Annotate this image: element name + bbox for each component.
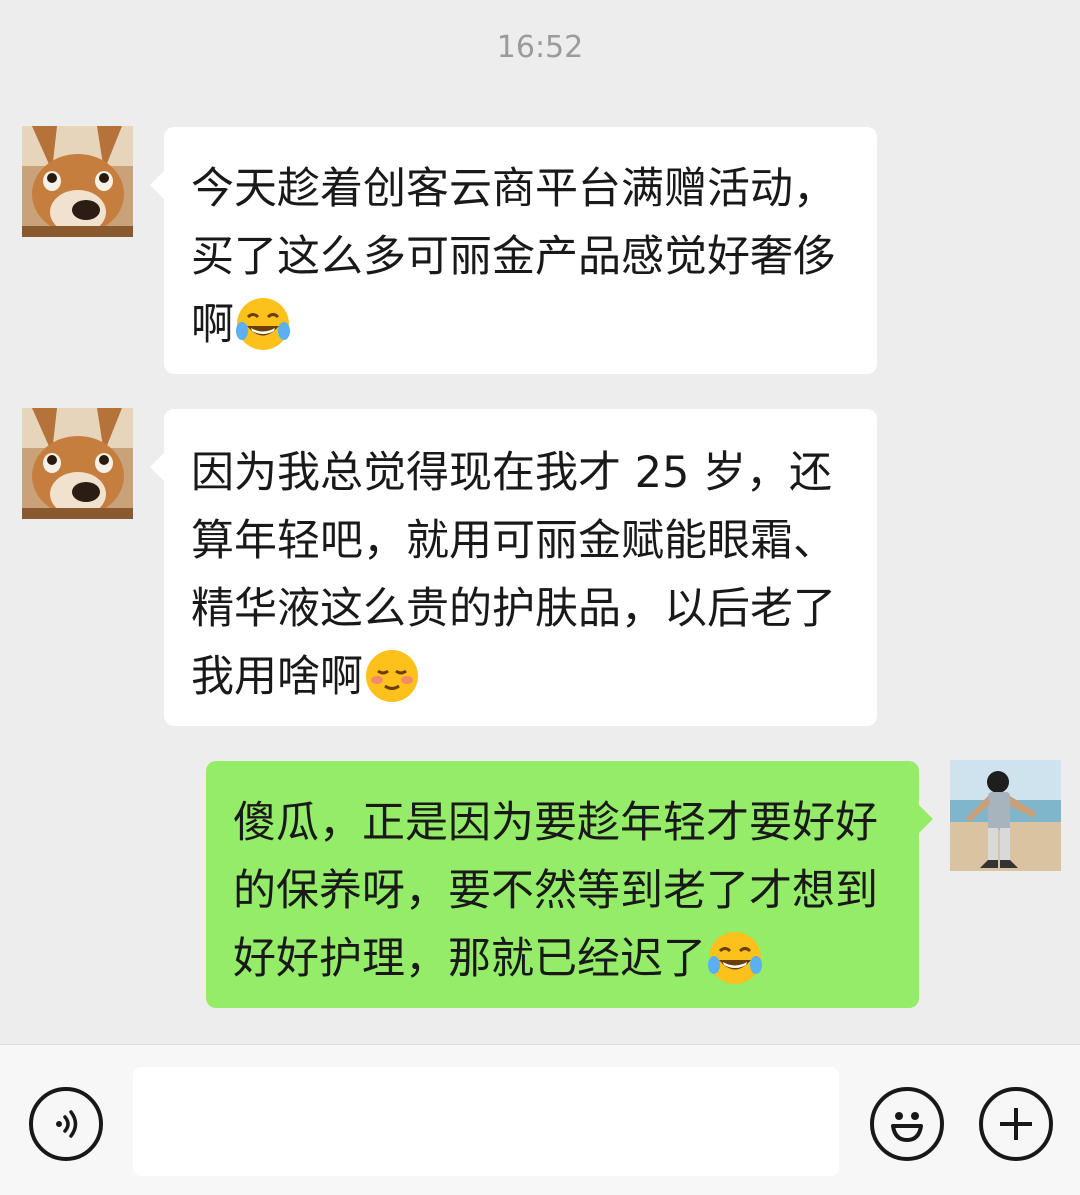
corgi-dog-avatar[interactable] (22, 126, 133, 237)
beach-person-avatar[interactable] (950, 760, 1061, 871)
emoji-button[interactable] (870, 1087, 944, 1161)
message-timestamp: 16:52 (496, 30, 584, 65)
message-text: 傻瓜，正是因为要趁年轻才要好好的保养呀，要不然等到老了才想到好好护理，那就已经迟… (233, 798, 878, 984)
corgi-dog-avatar[interactable] (22, 408, 133, 519)
smiley-icon (891, 1112, 923, 1142)
plus-icon (1000, 1108, 1032, 1140)
shy-smile-emoji-icon (363, 647, 421, 705)
tears-of-joy-emoji-icon (234, 295, 292, 353)
voice-icon (56, 1110, 78, 1138)
incoming-message-bubble[interactable]: 今天趁着创客云商平台满赠活动，买了这么多可丽金产品感觉好奢侈啊 (150, 127, 877, 374)
tears-of-joy-emoji-icon (706, 929, 764, 987)
message-input[interactable] (133, 1067, 839, 1176)
message-text: 因为我总觉得现在我才 25 岁，还算年轻吧，就用可丽金赋能眼霜、精华液这么贵的护… (191, 448, 836, 702)
outgoing-message-bubble[interactable]: 傻瓜，正是因为要趁年轻才要好好的保养呀，要不然等到老了才想到好好护理，那就已经迟… (206, 761, 933, 1008)
incoming-message-bubble[interactable]: 因为我总觉得现在我才 25 岁，还算年轻吧，就用可丽金赋能眼霜、精华液这么贵的护… (150, 409, 877, 726)
chat-input-bar (0, 1044, 1080, 1195)
more-options-button[interactable] (979, 1087, 1053, 1161)
voice-input-button[interactable] (29, 1087, 103, 1161)
